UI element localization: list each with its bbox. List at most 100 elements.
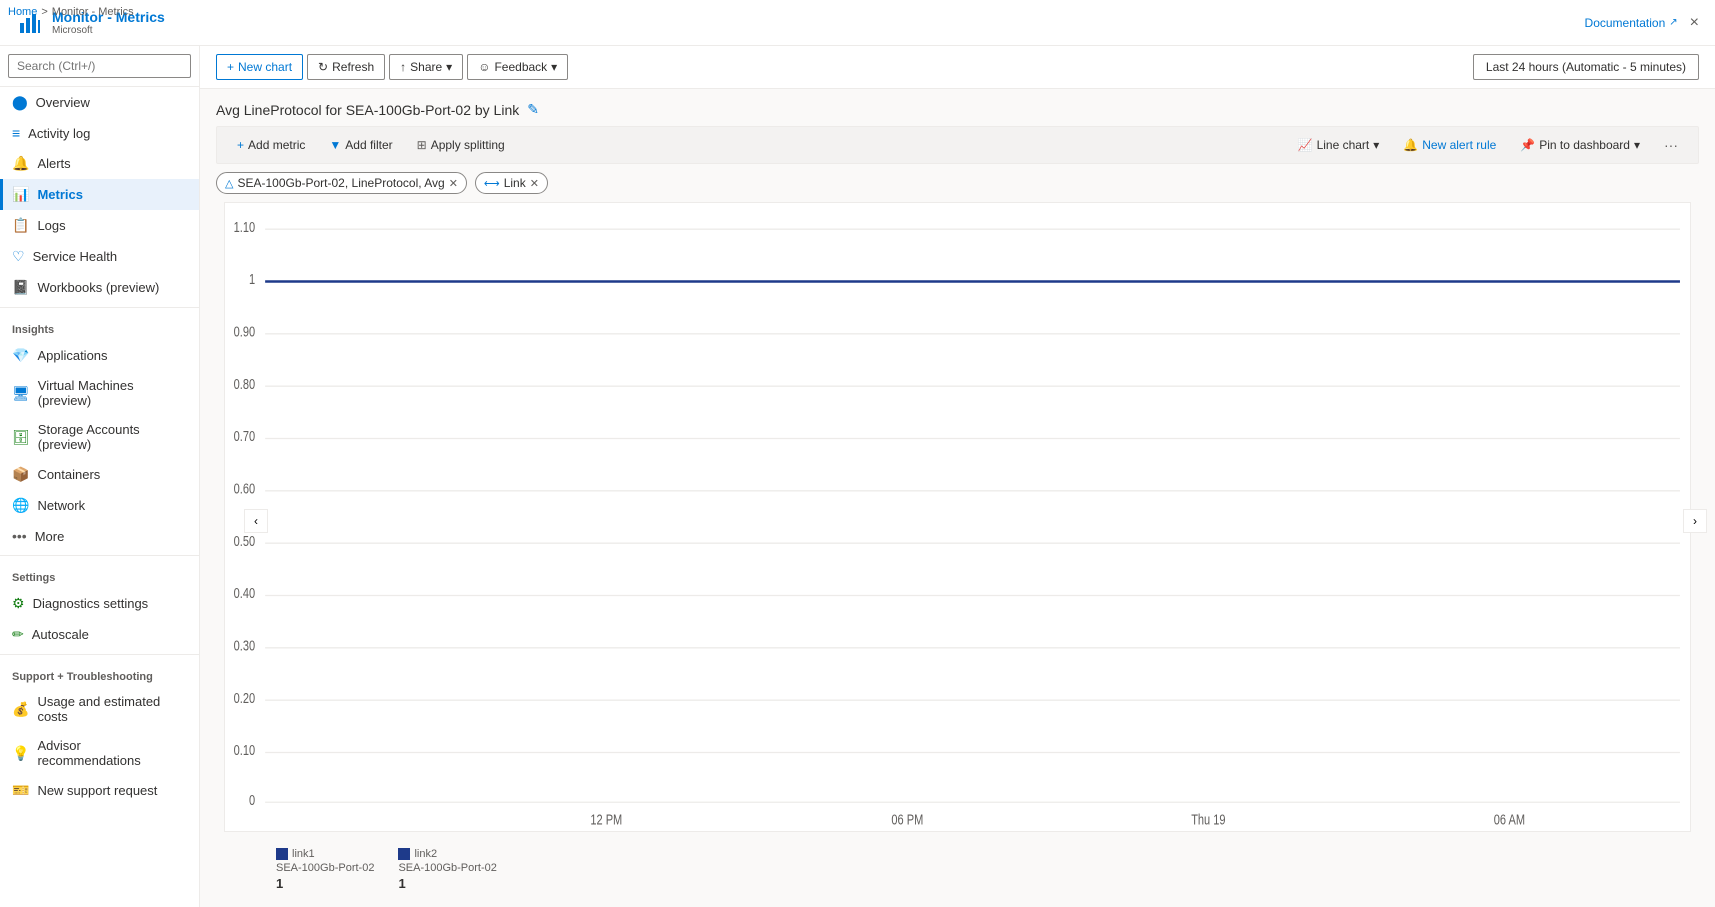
top-bar-right: Documentation ↗ × <box>1585 14 1699 32</box>
metric-tag-1[interactable]: △ SEA-100Gb-Port-02, LineProtocol, Avg ✕ <box>216 172 467 194</box>
app-subtitle: Microsoft <box>52 25 165 36</box>
svg-text:0.40: 0.40 <box>234 585 255 602</box>
sidebar-item-alerts[interactable]: 🔔 Alerts <box>0 148 199 179</box>
sidebar-nav: ⬤ Overview ≡ Activity log 🔔 Alerts 📊 Met… <box>0 87 199 907</box>
sidebar-item-virtual-machines[interactable]: 🖥 Virtual Machines (preview) <box>0 371 199 415</box>
metric-tag-2[interactable]: ⟷ Link ✕ <box>475 172 548 194</box>
tag1-label: SEA-100Gb-Port-02, LineProtocol, Avg <box>237 176 444 190</box>
tag1-icon: △ <box>225 177 233 190</box>
refresh-icon: ↻ <box>318 60 328 74</box>
feedback-icon: ☺ <box>478 60 490 74</box>
sidebar-item-logs[interactable]: 📋 Logs <box>0 210 199 241</box>
time-range-button[interactable]: Last 24 hours (Automatic - 5 minutes) <box>1473 54 1699 80</box>
advisor-icon: 💡 <box>12 745 29 762</box>
activity-log-icon: ≡ <box>12 125 20 141</box>
legend-item-link2: link2 SEA-100Gb-Port-02 1 <box>398 848 496 891</box>
alerts-icon: 🔔 <box>12 155 29 172</box>
chart-nav-right-button[interactable]: › <box>1683 509 1707 533</box>
divider-support <box>0 654 199 655</box>
tag2-close-icon[interactable]: ✕ <box>530 177 539 190</box>
line-chart-icon: 📈 <box>1298 138 1313 152</box>
autoscale-icon: ✏ <box>12 626 24 643</box>
pin-dropdown-icon: ▾ <box>1634 138 1640 152</box>
sidebar-item-diagnostics[interactable]: ⚙ Diagnostics settings <box>0 588 199 619</box>
sidebar-item-activity-log[interactable]: ≡ Activity log <box>0 118 199 148</box>
documentation-link[interactable]: Documentation ↗ <box>1585 16 1678 30</box>
splitting-icon: ⊞ <box>417 138 427 152</box>
share-button[interactable]: ↑ Share ▾ <box>389 54 463 80</box>
applications-icon: 💎 <box>12 347 29 364</box>
external-link-icon: ↗ <box>1669 17 1677 28</box>
sidebar-item-autoscale[interactable]: ✏ Autoscale <box>0 619 199 650</box>
sidebar-item-network[interactable]: 🌐 Network <box>0 490 199 521</box>
tag1-close-icon[interactable]: ✕ <box>449 177 458 190</box>
workbooks-icon: 📓 <box>12 279 29 296</box>
pin-to-dashboard-button[interactable]: 📌 Pin to dashboard ▾ <box>1512 134 1648 156</box>
share-dropdown-icon: ▾ <box>446 60 452 74</box>
chart-title-row: Avg LineProtocol for SEA-100Gb-Port-02 b… <box>216 89 1699 126</box>
tag2-label: Link <box>504 176 526 190</box>
sidebar-item-more[interactable]: ••• More <box>0 521 199 551</box>
sidebar-item-support-request[interactable]: 🎫 New support request <box>0 775 199 806</box>
divider-insights <box>0 307 199 308</box>
legend-item-link1: link1 SEA-100Gb-Port-02 1 <box>276 848 374 891</box>
svg-text:0.30: 0.30 <box>234 637 255 654</box>
svg-text:0.60: 0.60 <box>234 480 255 497</box>
add-metric-button[interactable]: + Add metric <box>229 134 313 156</box>
svg-text:0: 0 <box>249 791 255 808</box>
sidebar-item-service-health[interactable]: ♡ Service Health <box>0 241 199 272</box>
tags-row: △ SEA-100Gb-Port-02, LineProtocol, Avg ✕… <box>216 164 1699 202</box>
legend-label-1: link1 <box>292 848 315 860</box>
refresh-button[interactable]: ↻ Refresh <box>307 54 385 80</box>
chart-nav-left-button[interactable]: ‹ <box>244 509 268 533</box>
sidebar-item-containers[interactable]: 📦 Containers <box>0 459 199 490</box>
tag2-icon: ⟷ <box>484 177 500 190</box>
new-chart-button[interactable]: + New chart <box>216 54 303 80</box>
legend-dot-2 <box>398 848 410 860</box>
main-toolbar: + New chart ↻ Refresh ↑ Share ▾ ☺ Feedba… <box>200 46 1715 89</box>
metrics-icon: 📊 <box>12 186 29 203</box>
search-input[interactable] <box>8 54 191 78</box>
legend-value-1: 1 <box>276 876 283 891</box>
close-button[interactable]: × <box>1690 14 1699 32</box>
feedback-button[interactable]: ☺ Feedback ▾ <box>467 54 568 80</box>
insights-section-label: Insights <box>0 312 199 340</box>
apply-splitting-button[interactable]: ⊞ Apply splitting <box>409 134 513 156</box>
feedback-dropdown-icon: ▾ <box>551 60 557 74</box>
chart-type-button[interactable]: 📈 Line chart ▾ <box>1290 134 1388 156</box>
svg-text:0.10: 0.10 <box>234 742 255 759</box>
settings-section-label: Settings <box>0 560 199 588</box>
logs-icon: 📋 <box>12 217 29 234</box>
sidebar-item-applications[interactable]: 💎 Applications <box>0 340 199 371</box>
breadcrumb: Home > Monitor - Metrics <box>8 6 134 18</box>
svg-text:1: 1 <box>249 271 255 288</box>
metric-toolbar: + Add metric ▼ Add filter ⊞ Apply splitt… <box>216 126 1699 164</box>
chart-area-wrapper: ‹ › 1.10 1 0.90 0.80 0.70 0.60 0.50 0. <box>216 202 1699 840</box>
add-filter-button[interactable]: ▼ Add filter <box>321 134 400 156</box>
chart-container: Avg LineProtocol for SEA-100Gb-Port-02 b… <box>200 89 1715 907</box>
plus-icon: + <box>227 60 234 74</box>
sidebar-item-workbooks[interactable]: 📓 Workbooks (preview) <box>0 272 199 303</box>
svg-text:06 PM: 06 PM <box>891 811 923 828</box>
breadcrumb-home[interactable]: Home <box>8 6 37 18</box>
containers-icon: 📦 <box>12 466 29 483</box>
network-icon: 🌐 <box>12 497 29 514</box>
breadcrumb-sep: > <box>41 6 47 18</box>
sidebar-item-storage-accounts[interactable]: 🗄 Storage Accounts (preview) <box>0 415 199 459</box>
svg-text:06 AM: 06 AM <box>1494 811 1525 828</box>
edit-title-icon[interactable]: ✎ <box>527 101 539 118</box>
add-metric-icon: + <box>237 138 244 152</box>
svg-text:0.50: 0.50 <box>234 532 255 549</box>
sidebar-item-overview[interactable]: ⬤ Overview <box>0 87 199 118</box>
more-options-button[interactable]: ··· <box>1656 133 1686 157</box>
share-icon: ↑ <box>400 60 406 74</box>
chart-title: Avg LineProtocol for SEA-100Gb-Port-02 b… <box>216 102 519 118</box>
legend-dot-1 <box>276 848 288 860</box>
pin-icon: 📌 <box>1520 138 1535 152</box>
sidebar-item-metrics[interactable]: 📊 Metrics <box>0 179 199 210</box>
top-bar: Monitor - Metrics Microsoft Home > Monit… <box>0 0 1715 46</box>
sidebar-item-usage-costs[interactable]: 💰 Usage and estimated costs <box>0 687 199 731</box>
sidebar-item-advisor[interactable]: 💡 Advisor recommendations <box>0 731 199 775</box>
sidebar-search-container <box>0 46 199 87</box>
new-alert-rule-button[interactable]: 🔔 New alert rule <box>1395 134 1504 156</box>
